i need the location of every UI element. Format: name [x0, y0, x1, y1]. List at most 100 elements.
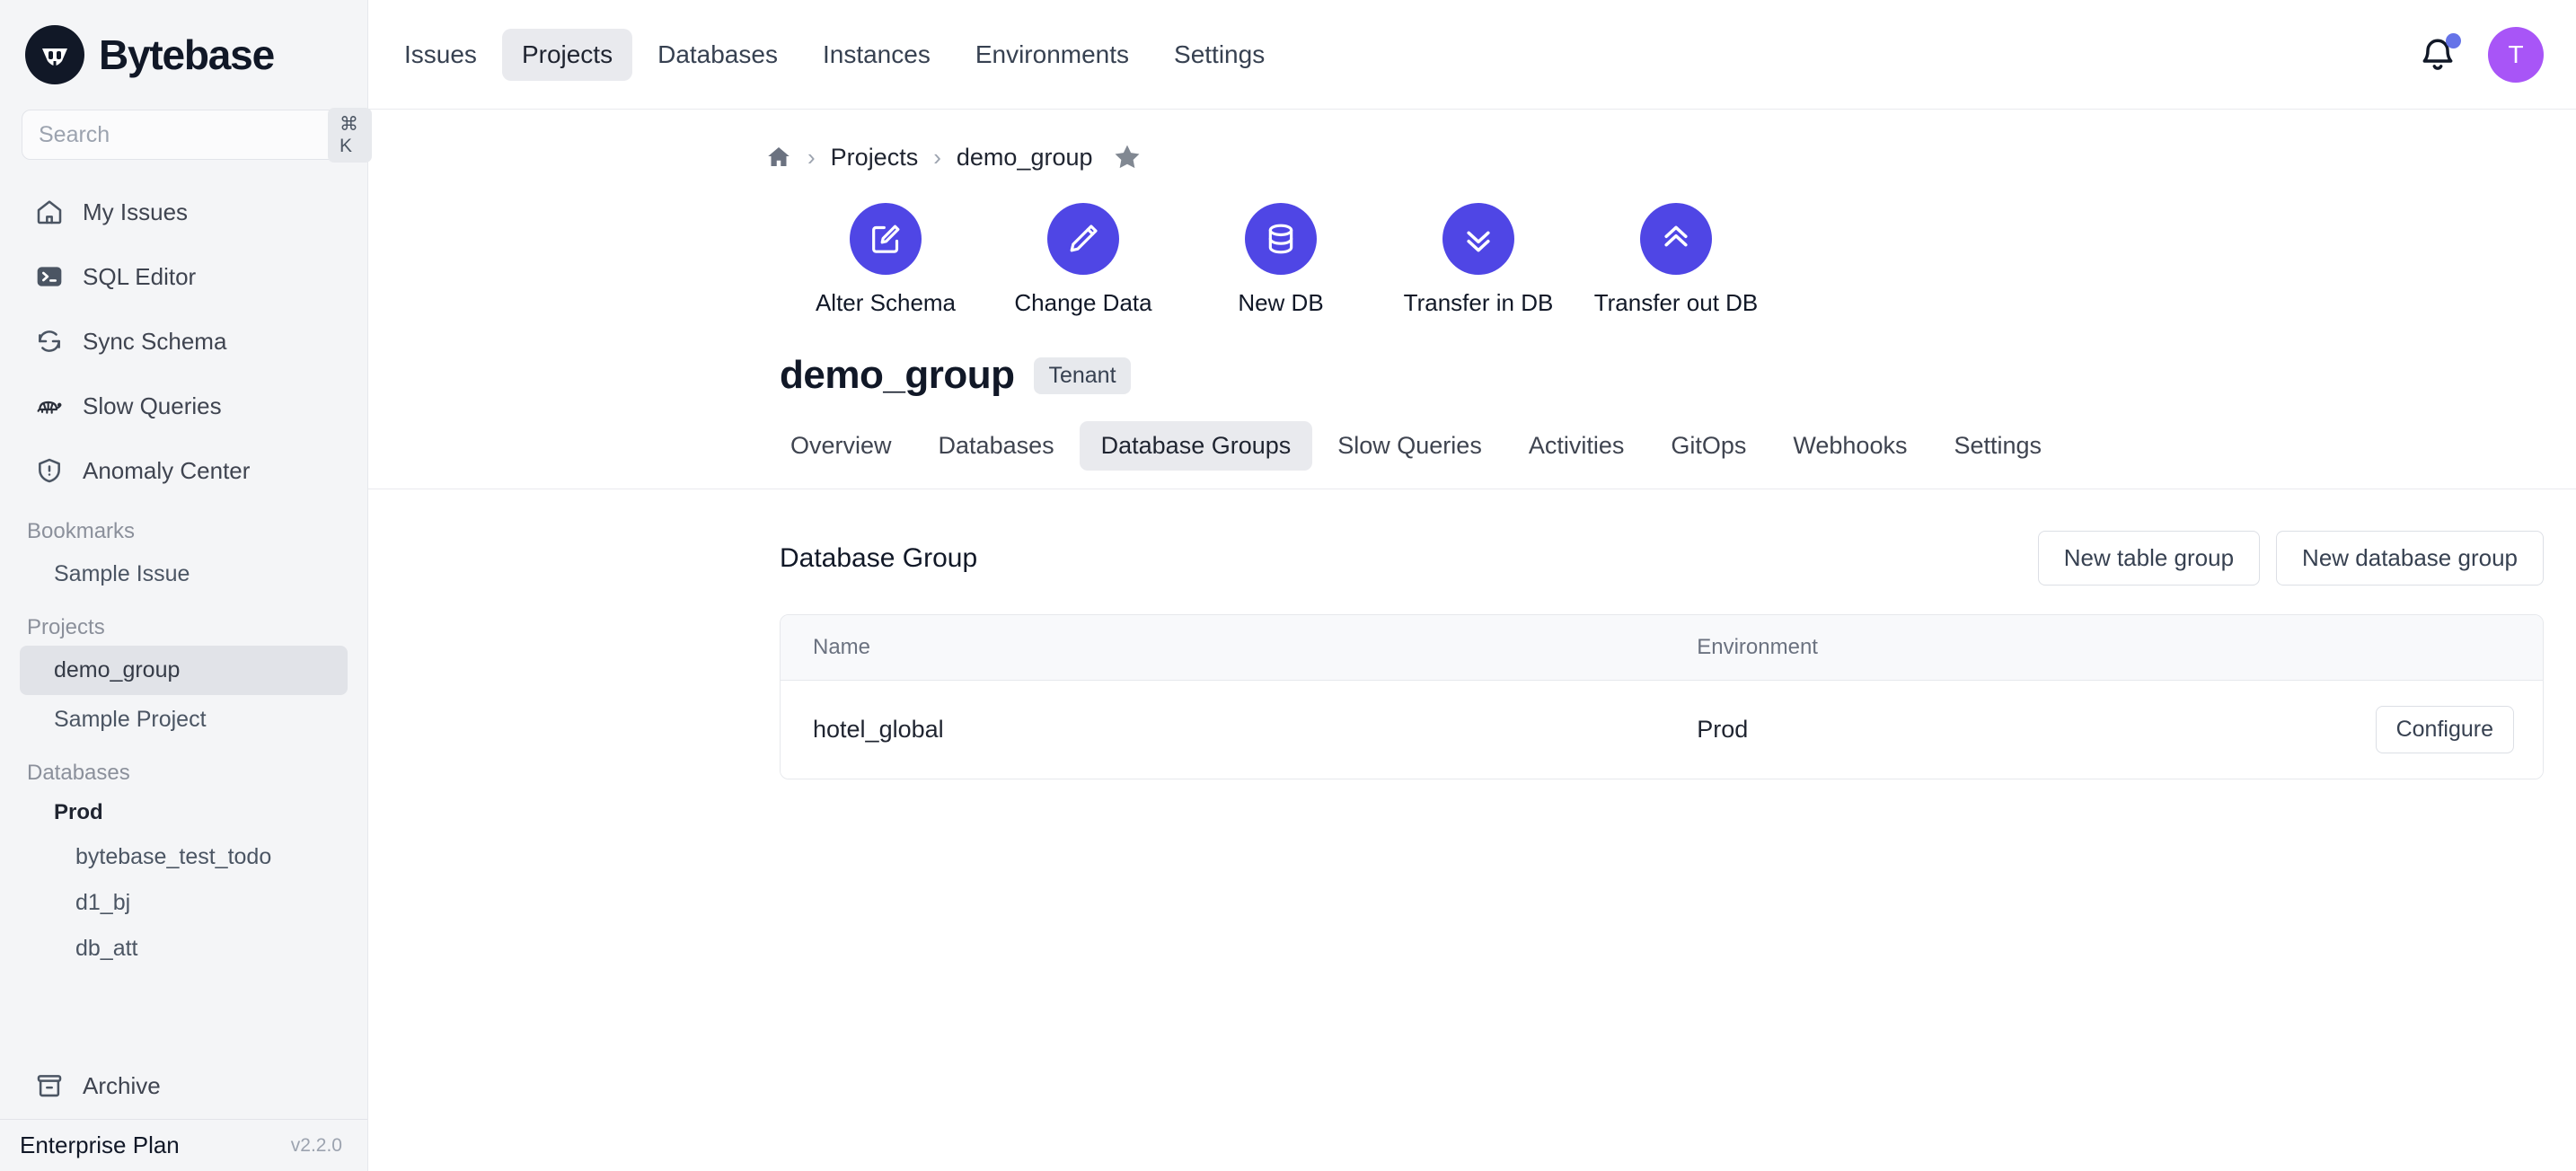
top-nav-settings[interactable]: Settings [1154, 29, 1284, 81]
configure-button[interactable]: Configure [2375, 706, 2514, 753]
main-area: Issues Projects Databases Instances Envi… [368, 0, 2576, 1171]
quick-actions: Alter Schema Change Data New DB Transfer… [368, 172, 2576, 317]
table-row[interactable]: hotel_global Prod Configure [781, 680, 2543, 779]
sidebar-item-sql-editor[interactable]: SQL Editor [20, 244, 348, 309]
panel-actions: New table group New database group [2037, 531, 2544, 586]
project-tabs: Overview Databases Database Groups Slow … [368, 398, 2576, 489]
page-title: demo_group [780, 353, 1015, 397]
quick-action-label: New DB [1238, 289, 1324, 316]
sidebar-bookmark-sample-issue[interactable]: Sample Issue [20, 550, 348, 599]
breadcrumb-separator: › [807, 143, 816, 171]
sidebar-item-slow-queries[interactable]: Slow Queries [20, 374, 348, 438]
sidebar-item-label: My Issues [83, 198, 189, 225]
chevrons-up-icon [1640, 203, 1712, 275]
top-nav-environments[interactable]: Environments [956, 29, 1149, 81]
breadcrumb-separator: › [933, 143, 941, 171]
project-title-row: demo_group Tenant [368, 317, 2576, 398]
breadcrumb-current[interactable]: demo_group [957, 144, 1093, 172]
top-nav-databases[interactable]: Databases [638, 29, 798, 81]
tab-gitops[interactable]: GitOps [1649, 421, 1768, 471]
new-database-group-button[interactable]: New database group [2276, 531, 2544, 586]
bytebase-mascot-logo-icon [25, 25, 84, 84]
cell-environment: Prod [1697, 680, 2332, 779]
sidebar-section-projects-heading: Projects [27, 615, 105, 639]
search-input[interactable] [39, 121, 328, 148]
column-header-actions [2331, 615, 2543, 681]
quick-action-label: Change Data [1014, 289, 1152, 316]
quick-action-label: Alter Schema [815, 289, 957, 316]
tab-webhooks[interactable]: Webhooks [1771, 421, 1928, 471]
top-nav-projects[interactable]: Projects [501, 28, 633, 81]
top-nav-issues[interactable]: Issues [384, 29, 497, 81]
chevrons-down-icon [1442, 203, 1514, 275]
quick-action-transfer-out-db[interactable]: Transfer out DB [1577, 203, 1775, 317]
sidebar-primary-nav: My Issues SQL Editor Sync Schema Slow Qu… [0, 180, 367, 503]
database-group-table: Name Environment hotel_global Prod Confi… [780, 614, 2544, 779]
brand-logo[interactable]: Bytebase [0, 0, 367, 110]
sidebar-item-label: Slow Queries [83, 392, 222, 419]
sidebar-environment-prod: Prod [54, 800, 103, 824]
brand-name: Bytebase [99, 31, 275, 78]
top-bar-right: T [2418, 26, 2544, 83]
quick-action-alter-schema[interactable]: Alter Schema [787, 203, 984, 317]
sidebar-item-label: SQL Editor [83, 262, 197, 290]
sidebar-item-label: Anomaly Center [83, 456, 251, 484]
cell-group-name: hotel_global [781, 680, 1698, 779]
home-icon [34, 197, 65, 227]
quick-action-new-db[interactable]: New DB [1182, 203, 1380, 317]
sidebar-item-sync-schema[interactable]: Sync Schema [20, 309, 348, 374]
sidebar-database-item[interactable]: bytebase_test_todo [20, 834, 348, 880]
sidebar-item-label: Sync Schema [83, 327, 227, 355]
star-filled-icon[interactable] [1112, 142, 1142, 172]
sidebar-project-demo-group[interactable]: demo_group [20, 646, 348, 695]
shield-alert-icon [34, 455, 65, 486]
sidebar: Bytebase ⌘ K My Issues [0, 0, 372, 1171]
plan-bar: Enterprise Plan v2.2.0 [0, 1119, 367, 1171]
tab-overview[interactable]: Overview [769, 421, 913, 471]
breadcrumb-home-icon[interactable] [765, 144, 792, 171]
database-icon [1245, 203, 1317, 275]
sidebar-item-my-issues[interactable]: My Issues [20, 180, 348, 244]
database-group-panel: Database Group New table group New datab… [368, 489, 2576, 779]
quick-action-change-data[interactable]: Change Data [984, 203, 1182, 317]
sidebar-database-item[interactable]: db_att [20, 926, 348, 972]
quick-action-transfer-in-db[interactable]: Transfer in DB [1380, 203, 1577, 317]
sidebar-item-archive[interactable]: Archive [0, 1052, 367, 1119]
tab-database-groups[interactable]: Database Groups [1079, 421, 1313, 471]
new-table-group-button[interactable]: New table group [2037, 531, 2261, 586]
edit-square-icon [850, 203, 922, 275]
refresh-sync-icon [34, 326, 65, 357]
tab-databases[interactable]: Databases [917, 421, 1076, 471]
top-nav-instances[interactable]: Instances [803, 29, 950, 81]
quick-action-label: Transfer out DB [1593, 289, 1759, 316]
sidebar-section-databases-heading: Databases [27, 761, 130, 785]
tab-activities[interactable]: Activities [1507, 421, 1646, 471]
breadcrumb-projects[interactable]: Projects [831, 144, 919, 172]
sidebar-footer: Archive Enterprise Plan v2.2.0 [0, 1052, 367, 1171]
panel-title: Database Group [780, 542, 978, 573]
status-badge-tenant: Tenant [1034, 357, 1131, 394]
archive-box-icon [34, 1070, 65, 1101]
plan-name: Enterprise Plan [20, 1131, 180, 1158]
pencil-icon [1047, 203, 1119, 275]
table-header-row: Name Environment [781, 615, 2543, 681]
quick-action-label: Transfer in DB [1403, 289, 1554, 316]
sidebar-database-item[interactable]: d1_bj [20, 880, 348, 926]
cell-actions: Configure [2331, 680, 2543, 779]
search-container: ⌘ K [0, 107, 372, 180]
app-root: Bytebase ⌘ K My Issues [0, 0, 2576, 1171]
notification-bell-button[interactable] [2418, 32, 2461, 75]
tab-slow-queries[interactable]: Slow Queries [1316, 421, 1504, 471]
search-box[interactable]: ⌘ K [22, 107, 372, 163]
user-avatar[interactable]: T [2488, 26, 2544, 83]
sidebar-project-sample-project[interactable]: Sample Project [20, 695, 348, 744]
turtle-icon [34, 391, 65, 421]
app-version: v2.2.0 [290, 1134, 342, 1156]
column-header-environment: Environment [1697, 615, 2332, 681]
search-shortcut-badge: ⌘ K [328, 107, 372, 163]
sidebar-section-bookmarks-heading: Bookmarks [27, 519, 136, 543]
tab-settings[interactable]: Settings [1932, 421, 2063, 471]
top-bar: Issues Projects Databases Instances Envi… [368, 0, 2576, 110]
notification-dot [2446, 32, 2461, 48]
sidebar-item-anomaly-center[interactable]: Anomaly Center [20, 438, 348, 503]
